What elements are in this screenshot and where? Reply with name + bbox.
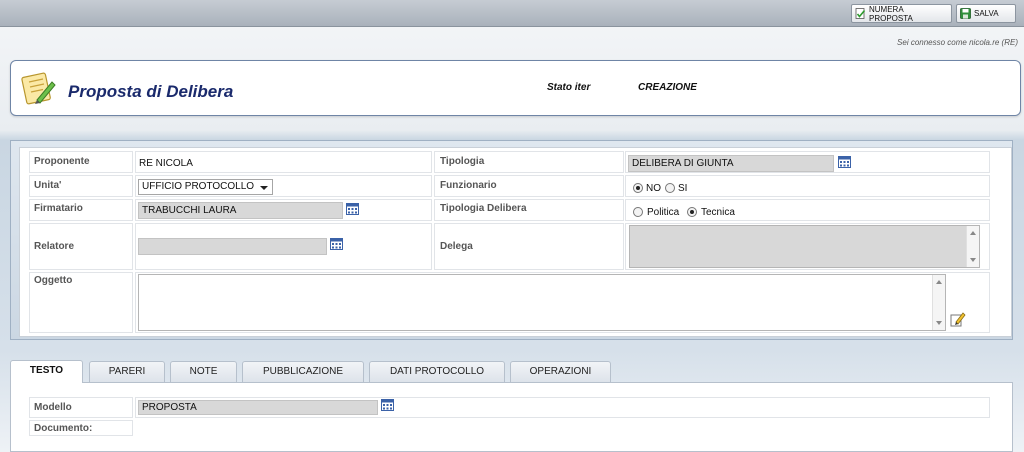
save-icon: [960, 8, 971, 19]
calendar-icon[interactable]: [838, 156, 851, 168]
tab-dati-protocollo[interactable]: DATI PROTOCOLLO: [369, 361, 505, 382]
tab-pubblicazione[interactable]: PUBBLICAZIONE: [242, 361, 364, 382]
relatore-label: Relatore: [34, 241, 75, 252]
unita-select-value: UFFICIO PROTOCOLLO: [142, 181, 255, 192]
oggetto-label: Oggetto: [34, 275, 73, 286]
numera-proposta-button[interactable]: NUMERA PROPOSTA: [851, 4, 952, 23]
calendar-icon[interactable]: [381, 399, 394, 411]
edit-icon[interactable]: [950, 311, 966, 327]
page-title: Proposta di Delibera: [68, 82, 234, 101]
scroll-down-icon: [936, 321, 942, 325]
tipologia-delibera-politica-label: Politica: [647, 207, 680, 218]
modello-label: Modello: [34, 402, 72, 413]
funzionario-label: Funzionario: [440, 180, 497, 191]
top-toolbar: NUMERA PROPOSTA SALVA: [0, 0, 1024, 27]
numera-proposta-label: NUMERA PROPOSTA: [869, 4, 913, 23]
unita-label: Unita': [34, 180, 62, 191]
tab-testo[interactable]: TESTO: [10, 360, 83, 383]
salva-label: SALVA: [974, 9, 999, 18]
firmatario-label: Firmatario: [34, 203, 83, 214]
chevron-down-icon: [260, 186, 268, 190]
calendar-icon[interactable]: [330, 238, 343, 250]
tipologia-delibera-radio-tecnica[interactable]: [687, 207, 697, 217]
delega-textarea[interactable]: [629, 225, 980, 268]
documento-label: Documento:: [34, 423, 93, 434]
page-header: Proposta di Delibera Stato iter CREAZION…: [10, 60, 1021, 116]
tipologia-label: Tipologia: [440, 156, 485, 167]
tab-operazioni[interactable]: OPERAZIONI: [510, 361, 611, 382]
tab-note[interactable]: NOTE: [170, 361, 237, 382]
delega-label: Delega: [440, 241, 473, 252]
stato-iter-value: CREAZIONE: [638, 82, 697, 93]
connection-status: Sei connesso come nicola.re (RE): [897, 38, 1018, 47]
tab-pareri[interactable]: PARERI: [89, 361, 165, 382]
stato-iter-label: Stato iter: [547, 82, 591, 93]
oggetto-scrollbar[interactable]: [932, 275, 945, 330]
tipologia-delibera-tecnica-label: Tecnica: [701, 207, 735, 218]
tipologia-delibera-label: Tipologia Delibera: [440, 203, 527, 214]
funzionario-radio-no[interactable]: [633, 183, 643, 193]
delega-scrollbar[interactable]: [966, 226, 979, 267]
calendar-icon[interactable]: [346, 203, 359, 215]
tipologia-field[interactable]: DELIBERA DI GIUNTA: [628, 155, 834, 172]
proponente-label: Proponente: [34, 156, 90, 167]
modello-field[interactable]: PROPOSTA: [138, 400, 378, 415]
salva-button[interactable]: SALVA: [956, 4, 1016, 23]
funzionario-radio-si[interactable]: [665, 183, 675, 193]
check-document-icon: [855, 8, 866, 19]
tab-bar: TESTO PARERI NOTE PUBBLICAZIONE DATI PRO…: [10, 360, 1013, 383]
proponente-value: RE NICOLA: [139, 158, 193, 169]
scroll-up-icon: [970, 231, 976, 235]
relatore-field[interactable]: [138, 238, 327, 255]
tipologia-delibera-radio-politica[interactable]: [633, 207, 643, 217]
notepad-pencil-icon: [21, 72, 56, 105]
oggetto-textarea[interactable]: [138, 274, 946, 331]
scroll-up-icon: [936, 280, 942, 284]
tipologia-delibera-value-cell: [625, 199, 990, 221]
unita-select[interactable]: UFFICIO PROTOCOLLO: [138, 179, 273, 195]
firmatario-field[interactable]: TRABUCCHI LAURA: [138, 202, 343, 219]
funzionario-no-label: NO: [646, 183, 661, 194]
funzionario-si-label: SI: [678, 183, 688, 194]
scroll-down-icon: [970, 258, 976, 262]
